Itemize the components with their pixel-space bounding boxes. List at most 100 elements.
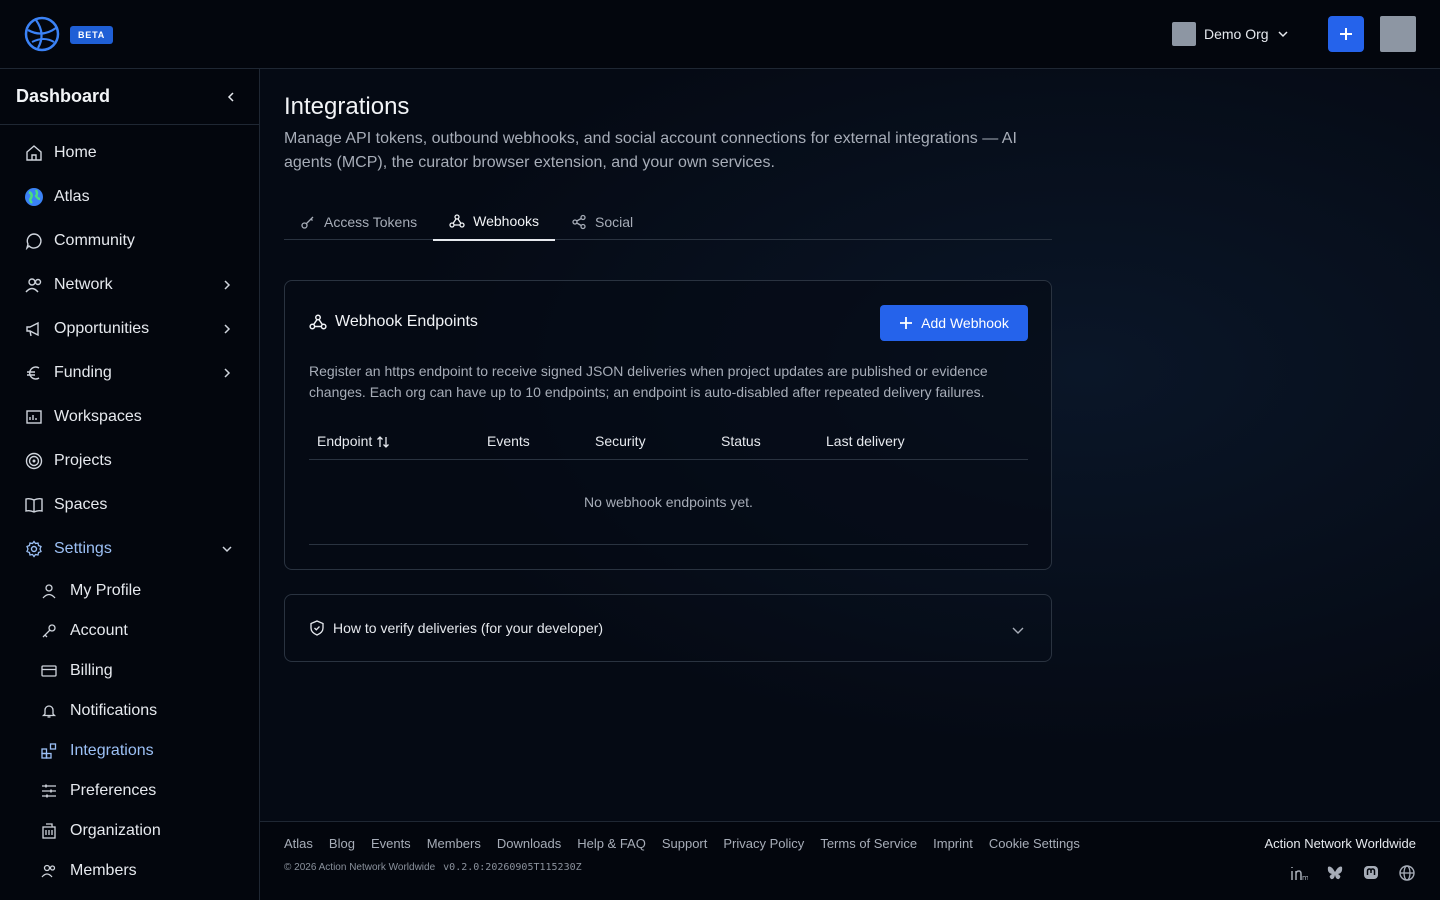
column-header-status: Status — [721, 433, 761, 449]
sort-icon — [377, 436, 390, 449]
verify-deliveries-accordion[interactable]: How to verify deliveries (for your devel… — [284, 594, 1052, 662]
org-switcher[interactable]: Demo Org — [1172, 22, 1289, 46]
sidebar-item-home[interactable]: Home — [0, 131, 259, 175]
sidebar-subitem-members[interactable]: Members — [0, 851, 259, 891]
sidebar-item-workspaces[interactable]: Workspaces — [0, 395, 259, 439]
chat-bubble-icon — [24, 231, 44, 251]
column-header-security: Security — [595, 433, 646, 449]
webhook-icon — [309, 313, 327, 331]
column-header-endpoint[interactable]: Endpoint — [317, 433, 390, 449]
column-header-last-delivery: Last delivery — [826, 433, 905, 449]
blocks-icon — [40, 742, 58, 760]
org-avatar — [1172, 22, 1196, 46]
sidebar-subitem-integrations[interactable]: Integrations — [0, 731, 259, 771]
book-open-icon — [24, 495, 44, 515]
page-description: Manage API tokens, outbound webhooks, an… — [284, 130, 1017, 171]
sidebar-item-settings[interactable]: Settings — [0, 527, 259, 571]
tab-social[interactable]: Social — [555, 203, 649, 240]
accordion-label: How to verify deliveries (for your devel… — [333, 620, 603, 636]
sidebar-subitem-label: Account — [70, 622, 128, 639]
column-header-events: Events — [487, 433, 530, 449]
org-name: Demo Org — [1204, 26, 1269, 42]
euro-icon — [24, 363, 44, 383]
footer-link-privacy[interactable]: Privacy Policy — [723, 836, 804, 851]
sidebar-item-label: Spaces — [54, 496, 108, 513]
sidebar-item-label: Projects — [54, 452, 112, 469]
footer-copyright: © 2026 Action Network Worldwide v0.2.0:20… — [284, 862, 582, 873]
top-bar: BETA Demo Org — [0, 0, 1440, 69]
sidebar-item-spaces[interactable]: Spaces — [0, 483, 259, 527]
webhook-endpoints-card: Webhook Endpoints Add Webhook Register a… — [284, 280, 1052, 570]
sidebar-item-atlas[interactable]: Atlas — [0, 175, 259, 219]
card-header: Webhook Endpoints — [309, 313, 478, 331]
sidebar-subitem-my-profile[interactable]: My Profile — [0, 571, 259, 611]
footer-link-imprint[interactable]: Imprint — [933, 836, 973, 851]
tab-access-tokens[interactable]: Access Tokens — [284, 203, 433, 240]
sidebar-item-label: Home — [54, 144, 97, 161]
gear-icon — [24, 539, 44, 559]
linkedin-icon[interactable]: m — [1290, 864, 1308, 882]
footer-link-atlas[interactable]: Atlas — [284, 836, 313, 851]
footer-link-terms[interactable]: Terms of Service — [820, 836, 917, 851]
version-text: v0.2.0:20260905T115230Z — [443, 862, 582, 873]
footer-links: Atlas Blog Events Members Downloads Help… — [284, 836, 1096, 851]
sidebar-item-opportunities[interactable]: Opportunities — [0, 307, 259, 351]
website-globe-icon[interactable] — [1398, 864, 1416, 882]
sidebar-subitem-label: Organization — [70, 822, 161, 839]
home-icon — [24, 143, 44, 163]
sidebar-subitem-billing[interactable]: Billing — [0, 651, 259, 691]
create-button[interactable] — [1328, 16, 1364, 52]
bluesky-icon[interactable] — [1326, 864, 1344, 882]
globe-logo-icon[interactable] — [24, 16, 60, 52]
sidebar-subitem-notifications[interactable]: Notifications — [0, 691, 259, 731]
tab-label: Access Tokens — [324, 213, 418, 230]
sidebar-item-community[interactable]: Community — [0, 219, 259, 263]
collapse-sidebar-icon[interactable] — [225, 91, 237, 103]
footer-link-downloads[interactable]: Downloads — [497, 836, 561, 851]
add-webhook-label: Add Webhook — [921, 315, 1009, 331]
building-icon — [40, 822, 58, 840]
table-header: Endpoint Events Security Status Last del… — [309, 427, 1028, 460]
sidebar-subitem-account[interactable]: Account — [0, 611, 259, 651]
footer-link-cookie-settings[interactable]: Cookie Settings — [989, 836, 1080, 851]
user-icon — [40, 582, 58, 600]
sidebar-subitem-label: Integrations — [70, 742, 154, 759]
plus-icon — [1340, 28, 1352, 40]
user-avatar[interactable] — [1380, 16, 1416, 52]
svg-text:m: m — [1302, 874, 1308, 882]
tab-label: Webhooks — [473, 213, 540, 229]
sidebar-item-funding[interactable]: Funding — [0, 351, 259, 395]
social-links: m — [1272, 864, 1416, 882]
page-title: Integrations — [284, 93, 410, 120]
sidebar-item-label: Atlas — [54, 188, 90, 205]
sidebar-item-projects[interactable]: Projects — [0, 439, 259, 483]
webhook-icon — [449, 213, 465, 229]
sidebar-item-label: Workspaces — [54, 408, 142, 425]
footer-link-help[interactable]: Help & FAQ — [577, 836, 646, 851]
footer-link-events[interactable]: Events — [371, 836, 411, 851]
footer-link-members[interactable]: Members — [427, 836, 481, 851]
mastodon-icon[interactable] — [1362, 864, 1380, 882]
sidebar-subitem-preferences[interactable]: Preferences — [0, 771, 259, 811]
tab-label: Social — [595, 213, 634, 230]
sidebar: Dashboard Home Atlas Community Network O… — [0, 69, 260, 900]
footer-link-support[interactable]: Support — [662, 836, 708, 851]
sidebar-subitem-label: My Profile — [70, 582, 142, 599]
chevron-right-icon — [224, 280, 231, 290]
empty-state: No webhook endpoints yet. — [309, 461, 1028, 545]
key-icon — [40, 622, 58, 640]
sidebar-item-label: Settings — [54, 540, 112, 557]
key-icon — [300, 214, 316, 230]
chevron-down-icon — [1278, 31, 1288, 38]
add-webhook-button[interactable]: Add Webhook — [880, 305, 1028, 341]
footer-link-blog[interactable]: Blog — [329, 836, 355, 851]
column-label: Endpoint — [317, 433, 373, 449]
sidebar-subitem-label: Preferences — [70, 782, 157, 799]
sidebar-subitem-organization[interactable]: Organization — [0, 811, 259, 851]
sidebar-item-network[interactable]: Network — [0, 263, 259, 307]
credit-card-icon — [40, 662, 58, 680]
share-icon — [571, 214, 587, 230]
tab-webhooks[interactable]: Webhooks — [433, 203, 556, 241]
sidebar-title: Dashboard — [16, 86, 111, 106]
sidebar-subitem-label: Notifications — [70, 702, 158, 719]
